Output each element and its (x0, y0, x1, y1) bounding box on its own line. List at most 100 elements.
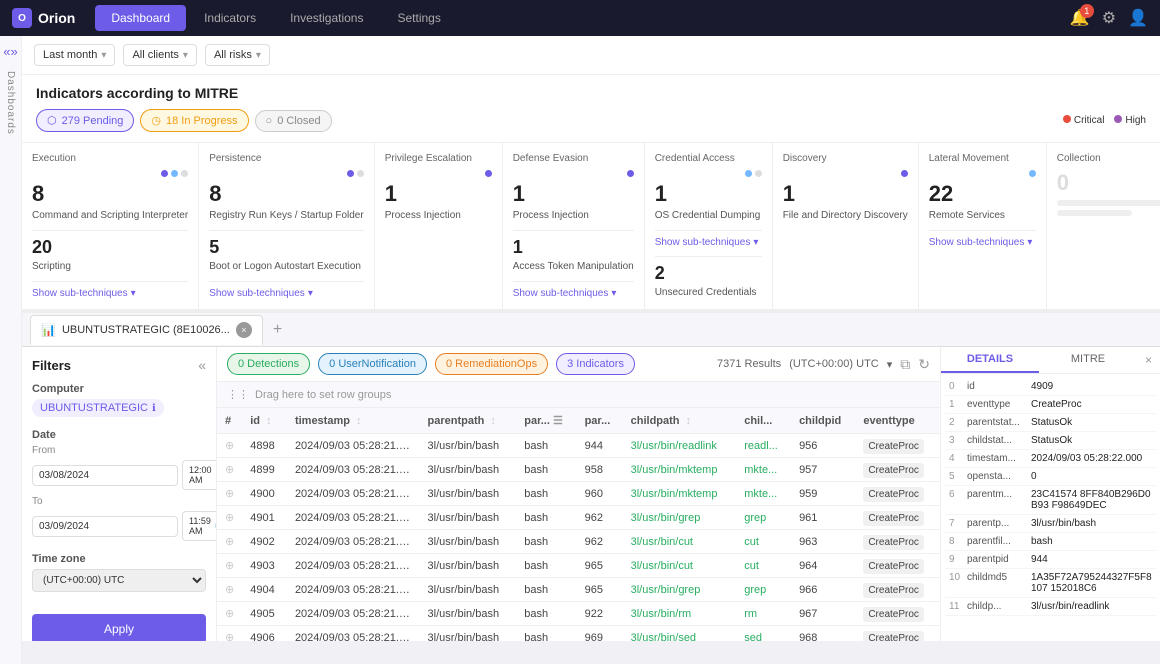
main-layout: «» Dashboards Last month ▾ All clients ▾… (0, 36, 1160, 664)
details-row: 0 id 4909 (945, 378, 1156, 396)
nav-tab-settings[interactable]: Settings (381, 5, 456, 31)
add-tab-button[interactable]: + (267, 321, 288, 339)
tab-ubuntustrategic[interactable]: 📊 UBUNTUSTRATEGIC (8E10026... × (30, 315, 263, 345)
row-icon-cell[interactable]: ⊕ (217, 554, 242, 578)
nav-tab-dashboard[interactable]: Dashboard (95, 5, 186, 31)
expand-icon[interactable]: ⊕ (225, 440, 234, 452)
indicators-title: Indicators according to MITRE (36, 85, 1146, 101)
expand-icon[interactable]: ⊕ (225, 560, 234, 572)
details-index: 4 (949, 453, 963, 464)
col-id[interactable]: id ↕ (242, 408, 287, 434)
col-par1[interactable]: par... ☰ (516, 408, 576, 434)
tab-close-button[interactable]: × (236, 322, 252, 338)
expand-icon[interactable]: ⊕ (225, 632, 234, 641)
nav-tab-investigations[interactable]: Investigations (274, 5, 379, 31)
cell-timestamp: 2024/09/03 05:28:21.0... (287, 602, 420, 626)
computer-value[interactable]: UBUNTUSTRATEGIC ℹ (32, 399, 164, 417)
details-row: 5 opensta... 0 (945, 468, 1156, 486)
closed-badge[interactable]: ○ 0 Closed (255, 110, 332, 132)
indicators-badge[interactable]: 3 Indicators (556, 353, 635, 375)
expand-icon[interactable]: ⊕ (225, 608, 234, 620)
pending-badge[interactable]: ⬡ 279 Pending (36, 109, 134, 132)
details-value: 3l/usr/bin/bash (1031, 518, 1096, 529)
tab-details[interactable]: DETAILS (941, 347, 1039, 373)
row-icon-cell[interactable]: ⊕ (217, 434, 242, 458)
table-row[interactable]: ⊕ 4900 2024/09/03 05:28:21.0... 3l/usr/b… (217, 482, 940, 506)
from-time-field[interactable]: 12:00 AM 🕐 (182, 460, 217, 490)
expand-icon[interactable]: ⊕ (225, 464, 234, 476)
col-chil[interactable]: chil... (736, 408, 791, 434)
timezone-select[interactable]: (UTC+00:00) UTC (32, 569, 206, 592)
risk-filter[interactable]: All risks ▾ (205, 44, 270, 66)
show-sub-persistence[interactable]: Show sub-techniques ▾ (209, 281, 364, 299)
table-row[interactable]: ⊕ 4899 2024/09/03 05:28:21.0... 3l/usr/b… (217, 458, 940, 482)
refresh-button[interactable]: ↻ (918, 356, 930, 373)
col-childpath[interactable]: childpath ↕ (623, 408, 737, 434)
client-filter[interactable]: All clients ▾ (123, 44, 197, 66)
close-details-button[interactable]: × (1137, 347, 1160, 373)
expand-icon[interactable]: ⊕ (225, 488, 234, 500)
col-par2[interactable]: par... (577, 408, 623, 434)
progress-badge[interactable]: ◷ 18 In Progress (140, 109, 248, 132)
remediationops-badge[interactable]: 0 RemediationOps (435, 353, 548, 375)
cell-par2: 960 (577, 482, 623, 506)
usernotification-badge[interactable]: 0 UserNotification (318, 353, 427, 375)
details-index: 2 (949, 417, 963, 428)
to-date-input[interactable] (32, 516, 178, 537)
sidebar-toggle[interactable]: «» Dashboards (0, 36, 22, 664)
details-key: childmd5 (967, 572, 1027, 583)
filters-bar: Last month ▾ All clients ▾ All risks ▾ (22, 36, 1160, 75)
row-icon-cell[interactable]: ⊕ (217, 530, 242, 554)
results-count: 7371 Results (UTC+00:00) UTC ▾ ⧉ ↻ (717, 356, 930, 373)
table-row[interactable]: ⊕ 4902 2024/09/03 05:28:21.0... 3l/usr/b… (217, 530, 940, 554)
collapse-filters-button[interactable]: « (198, 357, 206, 373)
row-icon-cell[interactable]: ⊕ (217, 458, 242, 482)
cell-chil: rm (736, 602, 791, 626)
cell-id: 4906 (242, 626, 287, 642)
chevron-down-icon[interactable]: ▾ (887, 358, 893, 371)
copy-button[interactable]: ⧉ (900, 356, 910, 373)
detections-badge[interactable]: 0 Detections (227, 353, 310, 375)
apply-button[interactable]: Apply (32, 614, 206, 641)
column-filter-icon[interactable]: ☰ (553, 415, 563, 427)
user-button[interactable]: 👤 (1128, 8, 1148, 28)
expand-icon[interactable]: ⊕ (225, 512, 234, 524)
table-row[interactable]: ⊕ 4906 2024/09/03 05:28:21.0... 3l/usr/b… (217, 626, 940, 642)
table-row[interactable]: ⊕ 4905 2024/09/03 05:28:21.0... 3l/usr/b… (217, 602, 940, 626)
cell-parentpath: 3l/usr/bin/bash (420, 434, 517, 458)
show-sub-lateral[interactable]: Show sub-techniques ▾ (929, 230, 1036, 248)
to-time-field[interactable]: 11:59 AM 🕐 (182, 511, 217, 541)
row-icon-cell[interactable]: ⊕ (217, 578, 242, 602)
show-sub-defense[interactable]: Show sub-techniques ▾ (513, 281, 634, 299)
col-timestamp[interactable]: timestamp ↕ (287, 408, 420, 434)
details-key: parentm... (967, 489, 1027, 500)
col-parentpath[interactable]: parentpath ↕ (420, 408, 517, 434)
row-icon-cell[interactable]: ⊕ (217, 626, 242, 642)
show-sub-credential[interactable]: Show sub-techniques ▾ (655, 230, 762, 248)
expand-icon[interactable]: ⊕ (225, 584, 234, 596)
table-row[interactable]: ⊕ 4903 2024/09/03 05:28:21.0... 3l/usr/b… (217, 554, 940, 578)
tab-mitre[interactable]: MITRE (1039, 347, 1137, 373)
col-childpid[interactable]: childpid (791, 408, 855, 434)
row-icon-cell[interactable]: ⊕ (217, 602, 242, 626)
row-icon-cell[interactable]: ⊕ (217, 482, 242, 506)
details-index: 10 (949, 572, 963, 583)
col-eventtype[interactable]: eventtype (855, 408, 940, 434)
date-filter: Date From 12:00 AM 🕐 To (32, 429, 206, 541)
cell-eventtype: CreateProc (855, 578, 940, 602)
cell-id: 4902 (242, 530, 287, 554)
time-filter[interactable]: Last month ▾ (34, 44, 115, 66)
timezone-filter: Time zone (UTC+00:00) UTC (32, 553, 206, 602)
table-row[interactable]: ⊕ 4901 2024/09/03 05:28:21.0... 3l/usr/b… (217, 506, 940, 530)
details-row: 6 parentm... 23C41574 8FF840B296D0B93 F9… (945, 486, 1156, 515)
card-persistence: Persistence 8 Registry Run Keys / Startu… (199, 143, 375, 309)
settings-button[interactable]: ⚙ (1102, 8, 1116, 28)
table-row[interactable]: ⊕ 4904 2024/09/03 05:28:21.0... 3l/usr/b… (217, 578, 940, 602)
notifications-button[interactable]: 🔔 1 (1070, 8, 1090, 28)
show-sub-execution[interactable]: Show sub-techniques ▾ (32, 281, 188, 299)
from-date-input[interactable] (32, 465, 178, 486)
nav-tab-indicators[interactable]: Indicators (188, 5, 272, 31)
row-icon-cell[interactable]: ⊕ (217, 506, 242, 530)
table-row[interactable]: ⊕ 4898 2024/09/03 05:28:21.0... 3l/usr/b… (217, 434, 940, 458)
expand-icon[interactable]: ⊕ (225, 536, 234, 548)
